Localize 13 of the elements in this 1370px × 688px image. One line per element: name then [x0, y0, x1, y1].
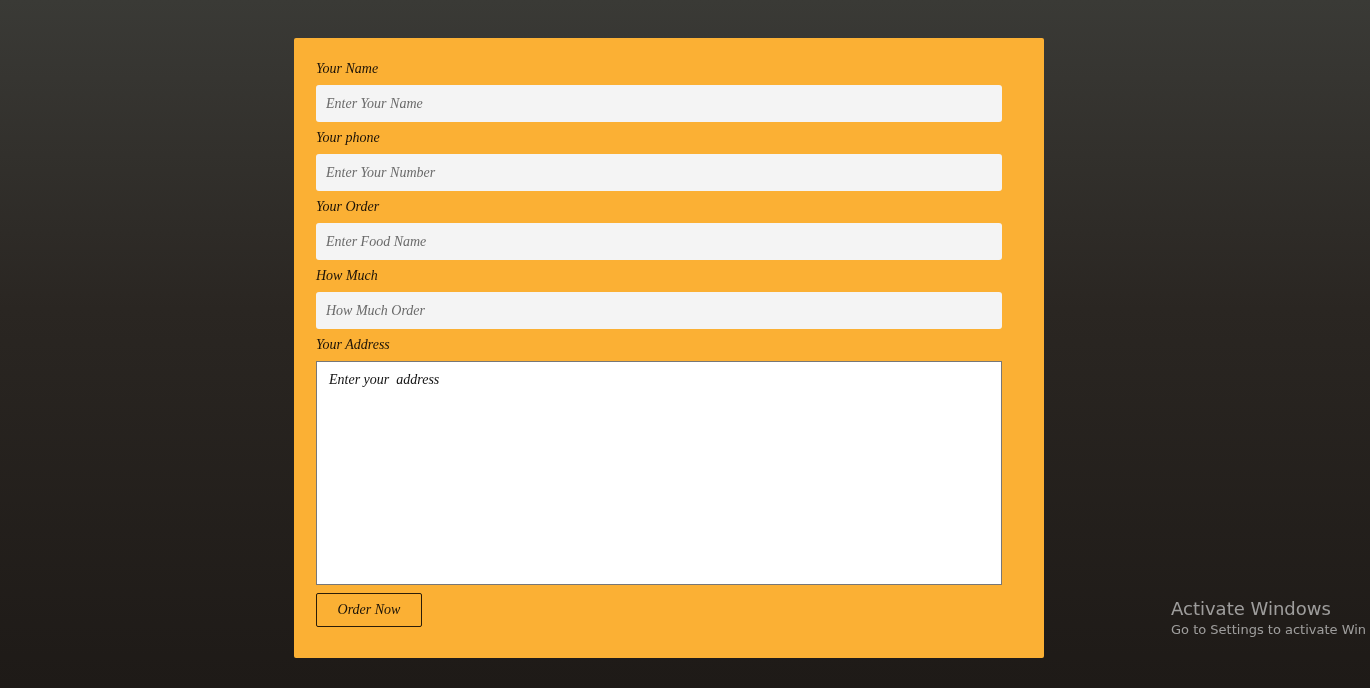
order-now-button[interactable]: Order Now	[316, 593, 422, 627]
input-field[interactable]: Enter Your Name	[316, 85, 1002, 122]
input-field[interactable]: How Much Order	[316, 292, 1002, 329]
activation-message: Go to Settings to activate Win	[1171, 621, 1367, 639]
field-label: Your Address	[316, 336, 390, 354]
input-field[interactable]: Enter Your Number	[316, 154, 1002, 191]
address-field[interactable]: Enter your address	[316, 361, 1002, 585]
field-label: Your phone	[316, 129, 380, 147]
field-label: Your Name	[316, 60, 379, 78]
input-field[interactable]: Enter Food Name	[316, 223, 1002, 260]
field-label: How Much	[316, 267, 378, 285]
field-label: Your Order	[316, 198, 380, 216]
activation-title: Activate Windows	[1171, 598, 1332, 620]
